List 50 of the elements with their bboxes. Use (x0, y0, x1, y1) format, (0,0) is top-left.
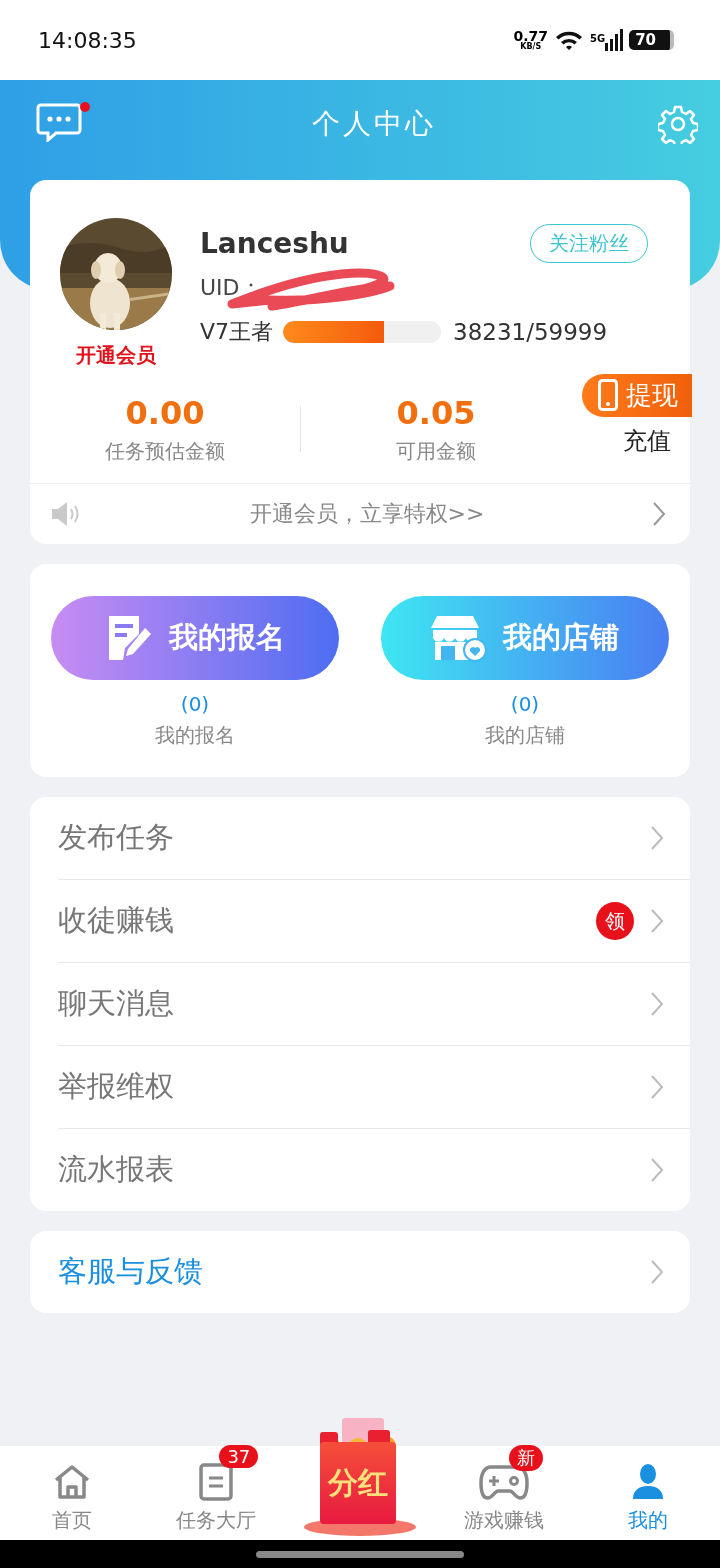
notice-text[interactable]: 开通会员，立享特权>> (82, 499, 652, 529)
settings-icon[interactable] (658, 104, 698, 144)
tab-bar-item[interactable]: 37 任务大厅 (144, 1440, 288, 1540)
menu-item[interactable]: 举报维权 (58, 1046, 690, 1129)
tab-bar-item[interactable]: 首页 (0, 1440, 144, 1540)
document-icon (199, 1463, 233, 1501)
chevron-right-icon (650, 991, 664, 1017)
tab-badge: 37 (219, 1445, 259, 1468)
chevron-right-icon (650, 1074, 664, 1100)
reward-badge: 领 (596, 902, 634, 940)
shop-icon (431, 614, 487, 662)
menu-item[interactable]: 流水报表 (58, 1129, 690, 1211)
battery-level: 70 (629, 30, 674, 50)
level-points: 38231/59999 (453, 319, 608, 345)
username: Lanceshu (200, 226, 349, 260)
shortcut-button[interactable]: 我的报名 (51, 596, 339, 680)
shortcut-button[interactable]: 我的店铺 (381, 596, 669, 680)
home-icon (53, 1464, 91, 1500)
shortcut-count: (0) (180, 692, 210, 716)
chevron-right-icon (650, 908, 664, 934)
membership-link[interactable]: 开通会员 (76, 342, 156, 369)
menu-item[interactable]: 发布任务 (58, 797, 690, 880)
chat-icon[interactable] (36, 102, 82, 142)
tab-bar-item[interactable]: 新 游戏赚钱 (432, 1440, 576, 1540)
withdraw-button[interactable]: 提现 (582, 373, 692, 417)
chevron-right-icon (650, 1259, 664, 1285)
person-icon (631, 1463, 665, 1501)
balance-amount: 0.00 (125, 393, 205, 432)
balance-label: 可用金额 (396, 437, 476, 465)
tab-badge: 新 (509, 1445, 543, 1471)
level-name: V7王者 (200, 318, 274, 346)
signal-icon (605, 29, 624, 51)
network-type: 5G (589, 33, 606, 44)
tab-bar-item[interactable]: 我的 (576, 1440, 720, 1540)
menu-item[interactable]: 收徒赚钱 领 (58, 880, 690, 963)
phone-icon (598, 379, 618, 411)
page-title: 个人中心 (312, 106, 436, 142)
status-time: 14:08:35 (38, 27, 137, 53)
network-speed: 0.77 KB/S (513, 29, 548, 51)
balance-amount: 0.05 (396, 393, 476, 432)
chevron-right-icon (650, 825, 664, 851)
shortcut-count: (0) (510, 692, 540, 716)
menu-item[interactable]: 聊天消息 (58, 963, 690, 1046)
recharge-link[interactable]: 充值 (623, 424, 671, 457)
shortcut-caption: 我的店铺 (485, 722, 565, 749)
chevron-right-icon (650, 1157, 664, 1183)
balance-label: 任务预估金额 (105, 437, 225, 465)
bonus-envelope-button[interactable]: 分红 (304, 1416, 416, 1536)
shortcut-caption: 我的报名 (155, 722, 235, 749)
chevron-right-icon[interactable] (652, 501, 666, 527)
